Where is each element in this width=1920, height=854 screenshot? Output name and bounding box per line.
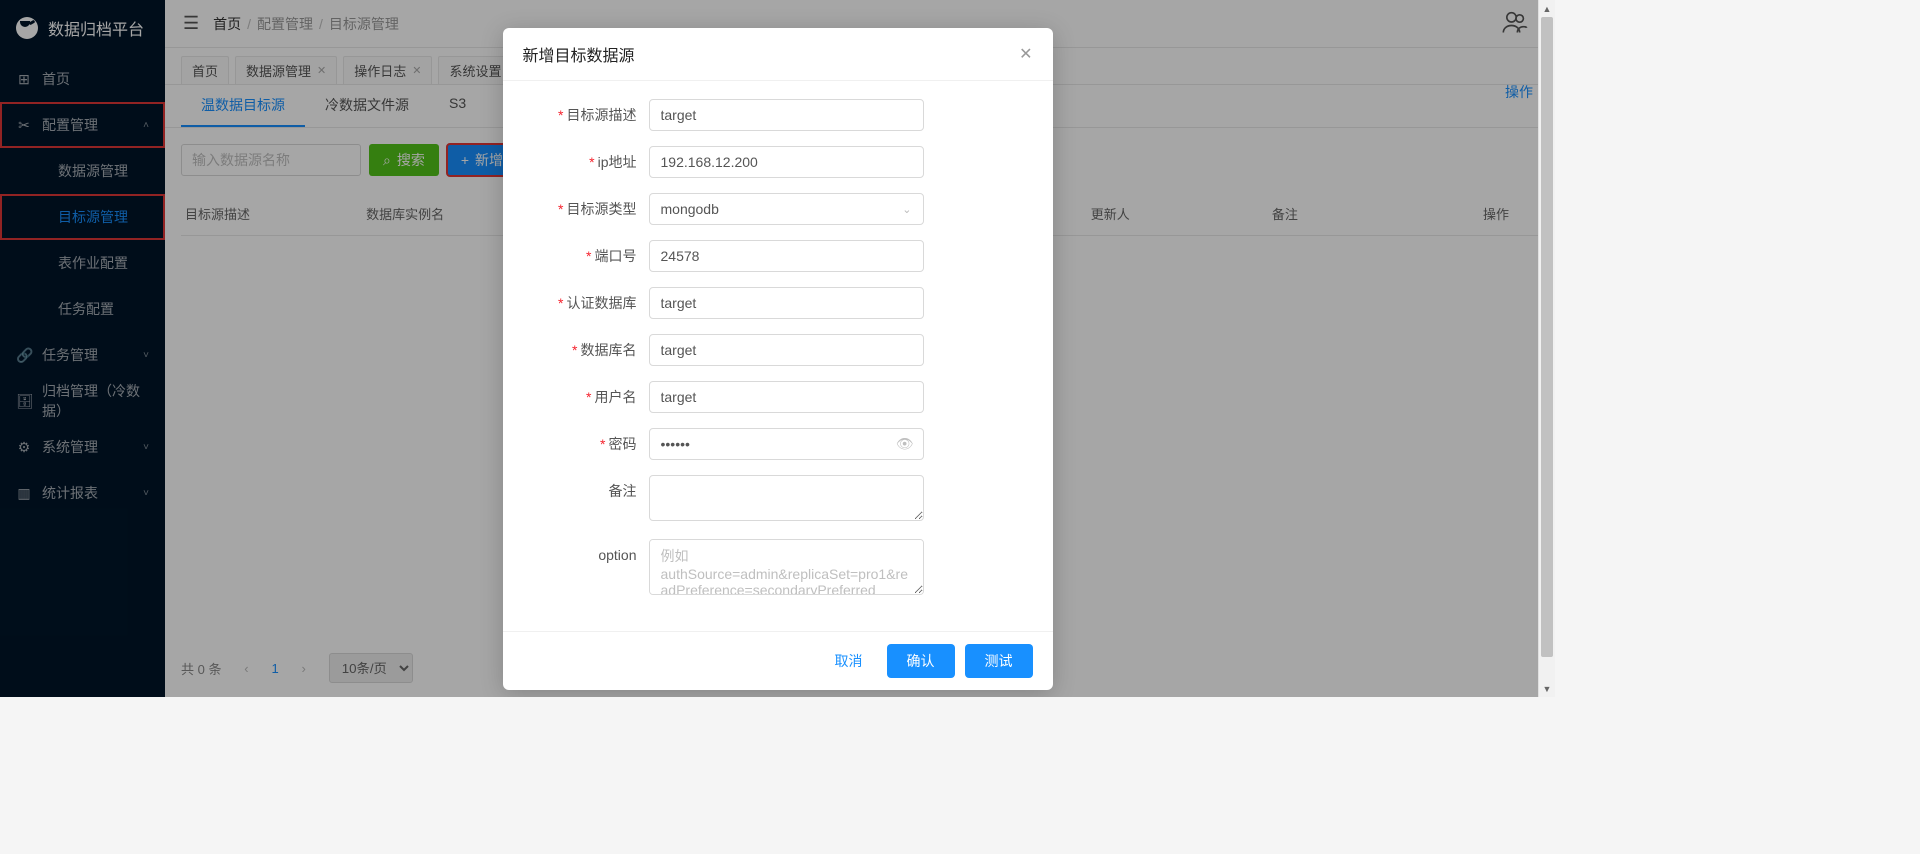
- authdb-input[interactable]: [649, 287, 924, 319]
- form-label: *目标源描述: [527, 99, 649, 131]
- form-row-user: *用户名: [527, 381, 1029, 413]
- form-row-ip: *ip地址: [527, 146, 1029, 178]
- scrollbar-thumb[interactable]: [1541, 17, 1553, 657]
- form-label: *数据库名: [527, 334, 649, 366]
- form-row-desc: *目标源描述: [527, 99, 1029, 131]
- form-label: *认证数据库: [527, 287, 649, 319]
- ip-input[interactable]: [649, 146, 924, 178]
- password-input[interactable]: [649, 428, 924, 460]
- modal-body: *目标源描述 *ip地址 *目标源类型 mongodb ⌄: [503, 81, 1053, 631]
- port-input[interactable]: [649, 240, 924, 272]
- form-label: *目标源类型: [527, 193, 649, 225]
- eye-icon[interactable]: 👁: [896, 436, 914, 453]
- scroll-up-icon[interactable]: ▲: [1539, 0, 1555, 17]
- form-row-port: *端口号: [527, 240, 1029, 272]
- dbname-input[interactable]: [649, 334, 924, 366]
- close-icon[interactable]: ✕: [1019, 44, 1032, 64]
- modal-mask[interactable]: 新增目标数据源 ✕ *目标源描述 *ip地址 *目标源类型 mongodb: [0, 0, 1555, 697]
- modal: 新增目标数据源 ✕ *目标源描述 *ip地址 *目标源类型 mongodb: [503, 28, 1053, 690]
- app-root: 数据归档平台 ⊞ 首页 ✂ 配置管理 ˄ 数据源管理 目标源管理 表作业配置 任…: [0, 0, 1555, 697]
- chevron-down-icon: ⌄: [902, 203, 911, 216]
- cancel-button[interactable]: 取消: [821, 644, 877, 678]
- form-label: *ip地址: [527, 146, 649, 178]
- remark-input[interactable]: [649, 475, 924, 521]
- form-row-type: *目标源类型 mongodb ⌄: [527, 193, 1029, 225]
- option-input[interactable]: [649, 539, 924, 595]
- test-button[interactable]: 测试: [965, 644, 1033, 678]
- form-row-authdb: *认证数据库: [527, 287, 1029, 319]
- form-label: *用户名: [527, 381, 649, 413]
- form-row-option: option: [527, 539, 1029, 598]
- scroll-down-icon[interactable]: ▼: [1539, 680, 1555, 697]
- user-input[interactable]: [649, 381, 924, 413]
- modal-header: 新增目标数据源 ✕: [503, 28, 1053, 81]
- form-label: *密码: [527, 428, 649, 460]
- select-value: mongodb: [661, 201, 719, 217]
- form-label: option: [527, 539, 649, 571]
- desc-input[interactable]: [649, 99, 924, 131]
- type-select[interactable]: mongodb ⌄: [649, 193, 924, 225]
- confirm-button[interactable]: 确认: [887, 644, 955, 678]
- form-label: 备注: [527, 475, 649, 507]
- modal-footer: 取消 确认 测试: [503, 631, 1053, 690]
- scrollbar[interactable]: ▲ ▼: [1538, 0, 1555, 697]
- modal-title: 新增目标数据源: [523, 42, 635, 66]
- form-row-password: *密码 👁: [527, 428, 1029, 460]
- form-row-remark: 备注: [527, 475, 1029, 524]
- form-label: *端口号: [527, 240, 649, 272]
- form-row-dbname: *数据库名: [527, 334, 1029, 366]
